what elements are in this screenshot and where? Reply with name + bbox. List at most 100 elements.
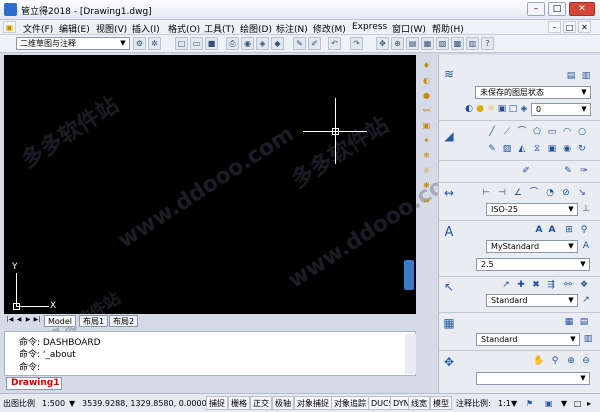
mirror-icon[interactable]: ⧖ [531, 143, 543, 155]
view-select[interactable]: ▼ [476, 372, 590, 385]
rotate-icon[interactable]: ↻ [576, 143, 588, 155]
tab-first-icon[interactable]: |◀ [6, 315, 14, 326]
zoom-icon[interactable]: ⊕ [391, 37, 404, 50]
align-leader-icon[interactable]: ⇶ [545, 279, 557, 291]
arc-length-icon[interactable]: ⌒ [528, 187, 540, 199]
redo-icon[interactable]: ↷ [350, 37, 363, 50]
ordinate-dim-icon[interactable]: ↘ [576, 187, 588, 199]
sheet-set-icon[interactable]: ▩ [451, 37, 464, 50]
layer-manager-icon[interactable]: ▤ [565, 70, 577, 82]
document-icon[interactable]: ▣ [3, 21, 16, 33]
snap-toggle[interactable]: 捕捉 [206, 396, 228, 410]
text-height-select[interactable]: 2.5 ▼ [476, 258, 590, 271]
stretch-icon[interactable]: ✑ [578, 165, 590, 177]
calculator-icon[interactable]: ▥ [466, 37, 479, 50]
menu-tools[interactable]: 工具(T) [204, 22, 235, 35]
plot-scale-value[interactable]: 1:500 [42, 397, 65, 410]
clean-screen-icon[interactable]: □ [574, 397, 582, 410]
help-icon[interactable]: ? [481, 37, 494, 50]
command-scrollbar[interactable] [405, 334, 416, 374]
snow-tool-icon[interactable]: ❄ [420, 150, 433, 163]
star-tool-icon[interactable]: ✱ [420, 180, 433, 193]
plot-layer-icon[interactable]: ◈ [518, 103, 530, 115]
command-window[interactable]: 命令: DASHBOARD 命令: '_about 命令: [4, 331, 416, 376]
close-button[interactable]: ✕ [569, 2, 595, 16]
workspace-select[interactable]: 二维草图与注释 ▼ [16, 37, 130, 50]
ortho-toggle[interactable]: 正交 [250, 396, 272, 410]
tab-layout1[interactable]: 布局1 [79, 315, 109, 327]
zoom-window-icon[interactable]: ⊕ [565, 355, 577, 367]
point-icon[interactable]: ◉ [561, 143, 573, 155]
new-file-icon[interactable]: □ [175, 37, 188, 50]
polyline-icon[interactable]: ⟋ [501, 126, 513, 138]
radius-dim-icon[interactable]: ◔ [544, 187, 556, 199]
pline-icon[interactable]: ⌒ [516, 126, 528, 138]
command-prompt[interactable]: 命令: [19, 360, 40, 373]
arc-icon[interactable]: ◠ [561, 126, 573, 138]
table-export-icon[interactable]: ▤ [578, 316, 590, 328]
publish-icon[interactable]: ◈ [256, 37, 269, 50]
menu-modify[interactable]: 修改(M) [313, 22, 346, 35]
annotation-visibility-icon[interactable]: ⚑ [526, 397, 533, 410]
menu-insert[interactable]: 插入(I) [132, 22, 160, 35]
dim-style-manager-icon[interactable]: ⊥ [580, 203, 592, 215]
mdi-minimize-button[interactable]: – [548, 21, 561, 33]
pen-icon[interactable]: ✐ [308, 37, 321, 50]
layer-state-select[interactable]: 未保存的图层状态 ▼ [475, 86, 591, 99]
text-style-select[interactable]: MyStandard ▼ [486, 240, 578, 253]
aligned-dim-icon[interactable]: ⊣ [496, 187, 508, 199]
line-icon[interactable]: ╱ [486, 126, 498, 138]
tab-model[interactable]: Model [44, 315, 77, 327]
plot-icon[interactable]: ◆ [271, 37, 284, 50]
mleader-style-manager-icon[interactable]: ↗ [580, 294, 592, 306]
menu-help[interactable]: 帮助(H) [432, 22, 464, 35]
tab-last-icon[interactable]: ▶| [33, 315, 41, 326]
insert-table-icon[interactable]: ▦ [563, 316, 575, 328]
mleader-icon[interactable]: ↗ [500, 279, 512, 291]
mleader-style-select[interactable]: Standard ▼ [486, 294, 578, 307]
polar-toggle[interactable]: 极轴 [272, 396, 294, 410]
tab-prev-icon[interactable]: ◀ [15, 315, 23, 326]
status-bar-menu-icon[interactable]: ▸ [587, 397, 591, 410]
hatch-icon[interactable]: ▨ [501, 143, 513, 155]
polygon-icon[interactable]: ⬠ [531, 126, 543, 138]
pan-realtime-icon[interactable]: ✋ [533, 355, 545, 367]
table-style-select[interactable]: Standard ▼ [476, 333, 580, 346]
multiline-text-icon[interactable]: A [533, 224, 545, 236]
measure-tool-icon[interactable]: ☼ [420, 165, 433, 178]
pan-icon[interactable]: ✥ [376, 37, 389, 50]
osnap-toggle[interactable]: 对象捕捉 [294, 396, 332, 410]
add-leader-icon[interactable]: ✚ [515, 279, 527, 291]
diameter-dim-icon[interactable]: ⊘ [560, 187, 572, 199]
tool-palettes-icon[interactable]: ▧ [436, 37, 449, 50]
pipe-tool-icon[interactable]: ♦ [420, 60, 433, 73]
angular-dim-icon[interactable]: ∠ [512, 187, 524, 199]
workspace-save-icon[interactable]: ✲ [148, 37, 161, 50]
lock-icon[interactable]: ▣ [545, 397, 553, 410]
document-tab[interactable]: Drawing1 [6, 377, 62, 390]
plot-scale-arrow[interactable]: ▼ [69, 397, 75, 410]
bulb-tool-icon[interactable]: ● [420, 90, 433, 103]
fitting-tool-icon[interactable]: ✦ [420, 135, 433, 148]
menu-format[interactable]: 格式(O) [168, 22, 200, 35]
design-center-icon[interactable]: ▦ [421, 37, 434, 50]
save-icon[interactable]: ■ [205, 37, 218, 50]
annotation-scale-arrow[interactable]: ▼ [511, 397, 517, 410]
zoom-previous-icon[interactable]: ⊖ [580, 355, 592, 367]
collect-leader-icon[interactable]: ⚯ [562, 279, 574, 291]
text-search-icon[interactable]: ⚲ [578, 224, 590, 236]
grid-toggle[interactable]: 栅格 [228, 396, 250, 410]
zoom-realtime-icon[interactable]: ⚲ [549, 355, 561, 367]
minimize-button[interactable]: – [527, 2, 545, 16]
single-text-icon[interactable]: A [546, 224, 558, 236]
tab-next-icon[interactable]: ▶ [24, 315, 32, 326]
dim-style-select[interactable]: ISO-25 ▼ [486, 203, 578, 216]
drawing-canvas[interactable]: 多多软件站 www.ddooo.com 多多软件站 www.ddooo.com … [4, 55, 469, 348]
link-tool-icon[interactable]: ⚯ [420, 105, 433, 118]
layer-select[interactable]: 0 ▼ [531, 103, 591, 116]
leader-settings-icon[interactable]: ❖ [578, 279, 590, 291]
rectangle-icon[interactable]: ▭ [546, 126, 558, 138]
erase-icon[interactable]: ✐ [520, 165, 532, 177]
print-preview-icon[interactable]: ◉ [241, 37, 254, 50]
remove-leader-icon[interactable]: ✖ [530, 279, 542, 291]
